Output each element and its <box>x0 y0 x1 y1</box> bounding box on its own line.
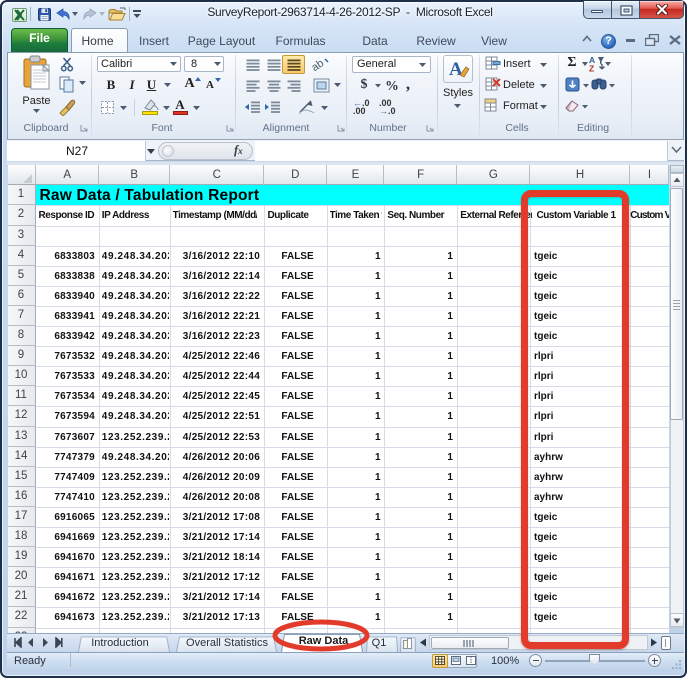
svg-text:A: A <box>449 59 463 80</box>
svg-text:ab: ab <box>312 57 326 72</box>
svg-text:Z: Z <box>589 64 594 73</box>
